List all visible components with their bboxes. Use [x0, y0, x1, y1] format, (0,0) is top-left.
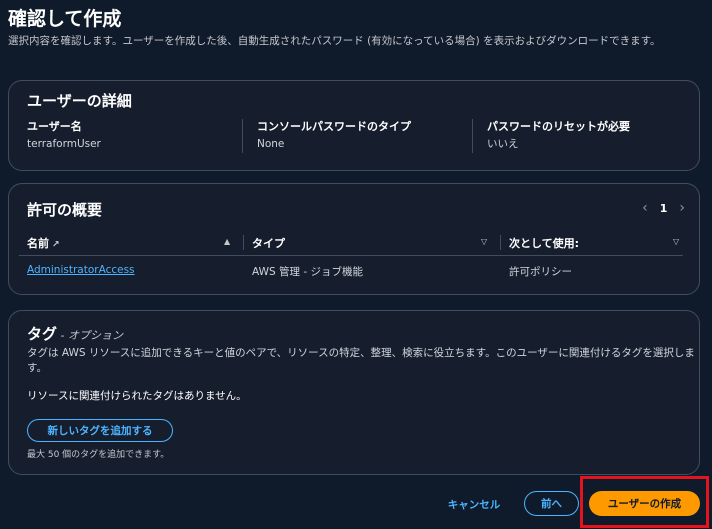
tags-panel: タグ - オプション タグは AWS リソースに追加できるキーと値のペアで、リソ… [8, 310, 700, 475]
table-header: 名前 ↗ ▲ タイプ ▽ 次として使用: ▽ [19, 230, 683, 256]
column-divider [243, 235, 244, 250]
detail-username-label: ユーザー名 [27, 120, 82, 133]
column-header-name-label: 名前 [27, 237, 49, 250]
tags-heading-optional: - オプション [57, 329, 123, 342]
add-tag-button[interactable]: 新しいタグを追加する [27, 419, 173, 442]
page-description: 選択内容を確認します。ユーザーを作成した後、自動生成されたパスワード (有効にな… [8, 35, 661, 47]
column-divider [500, 235, 501, 250]
tags-empty-message: リソースに関連付けられたタグはありません。 [27, 390, 247, 402]
detail-username-value: terraformUser [27, 138, 101, 150]
column-header-name[interactable]: 名前 ↗ [27, 235, 60, 251]
chevron-right-icon[interactable]: › [679, 201, 685, 215]
sort-ascending-icon[interactable]: ▲ [224, 237, 230, 246]
external-link-icon: ↗ [52, 240, 60, 250]
tags-description: タグは AWS リソースに追加できるキーと値のペアで、リソースの特定、整理、検索… [27, 347, 695, 374]
column-header-used-as[interactable]: 次として使用: [509, 235, 579, 251]
cancel-button[interactable]: キャンセル [438, 494, 510, 514]
chevron-left-icon[interactable]: ‹ [642, 201, 648, 215]
permissions-summary-heading: 許可の概要 [27, 201, 103, 219]
policy-type: AWS 管理 - ジョブ機能 [252, 266, 363, 278]
user-details-heading: ユーザーの詳細 [27, 92, 132, 110]
policy-used-as: 許可ポリシー [509, 266, 572, 278]
page-title: 確認して作成 [8, 8, 122, 30]
detail-console-password-type: コンソールパスワードのタイプ None [242, 119, 471, 153]
pagination: ‹ 1 › [642, 201, 685, 215]
tags-heading: タグ - オプション [27, 323, 123, 344]
detail-username: ユーザー名 terraformUser [27, 119, 240, 153]
detail-console-password-type-label: コンソールパスワードのタイプ [257, 120, 411, 133]
create-user-button[interactable]: ユーザーの作成 [589, 491, 700, 516]
previous-button[interactable]: 前へ [524, 491, 579, 516]
sort-unsorted-icon[interactable]: ▽ [673, 237, 679, 246]
detail-password-reset: パスワードのリセットが必要 いいえ [472, 119, 692, 153]
detail-console-password-type-value: None [257, 138, 285, 150]
table-row: AdministratorAccess AWS 管理 - ジョブ機能 許可ポリシ… [19, 260, 683, 282]
page-number[interactable]: 1 [660, 202, 668, 215]
detail-password-reset-value: いいえ [487, 138, 519, 150]
column-header-type[interactable]: タイプ [252, 235, 285, 251]
policy-link[interactable]: AdministratorAccess [27, 264, 135, 276]
permissions-summary-panel: 許可の概要 ‹ 1 › 名前 ↗ ▲ タイプ ▽ 次として使用: ▽ Admini… [8, 183, 700, 295]
sort-unsorted-icon[interactable]: ▽ [481, 237, 487, 246]
tags-limit-note: 最大 50 個のタグを追加できます。 [27, 450, 170, 460]
detail-password-reset-label: パスワードのリセットが必要 [487, 120, 630, 133]
tags-heading-label: タグ [27, 325, 58, 343]
user-details-panel: ユーザーの詳細 ユーザー名 terraformUser コンソールパスワードのタ… [8, 80, 700, 171]
